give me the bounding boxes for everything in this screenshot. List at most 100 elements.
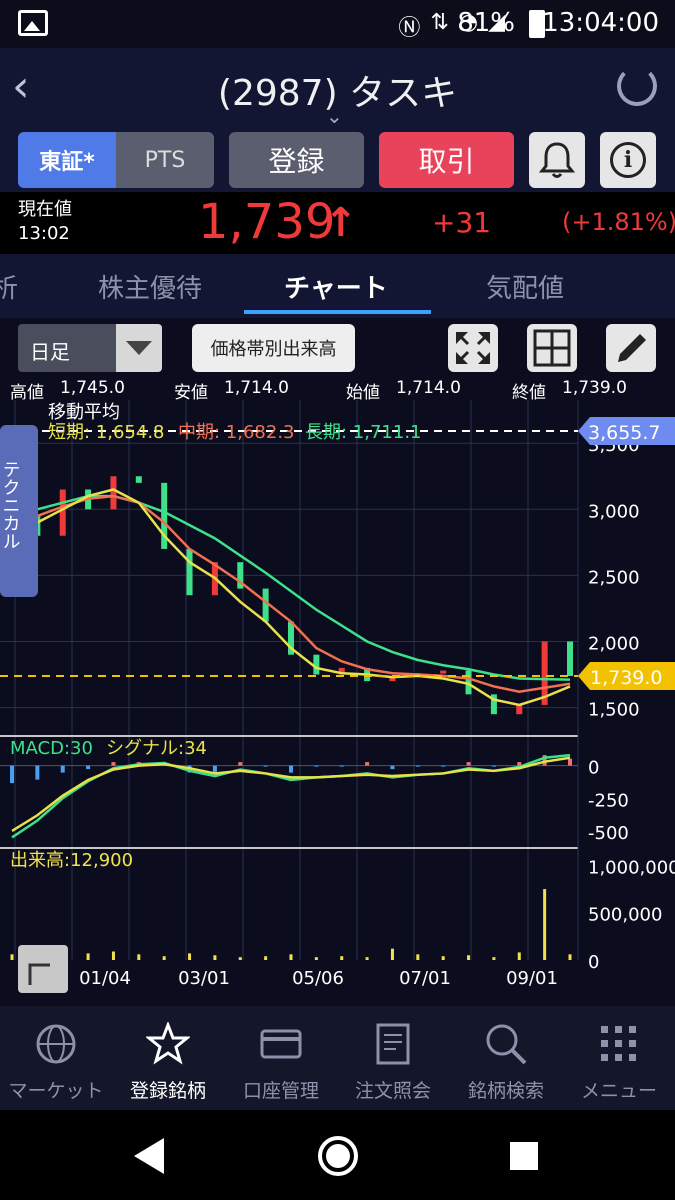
technical-tab-label: テクニカル — [0, 460, 21, 550]
macd-histogram-bar — [238, 762, 243, 766]
battery-percent: 81% — [457, 8, 515, 38]
tab-shareholder-benefits[interactable]: 株主優待 — [98, 268, 202, 305]
chart-toggle-button[interactable] — [18, 945, 68, 993]
chart-canvas[interactable]: 3,5003,0002,5002,0001,5003,655.71,739.0移… — [0, 400, 675, 1006]
signal-label: シグナル:34 — [106, 738, 207, 759]
volume-bar — [314, 957, 318, 960]
price-tick-label: 2,000 — [588, 633, 640, 654]
date-tick-label: 07/01 — [399, 968, 451, 989]
volume-bar — [340, 956, 344, 960]
macd-histogram-bar — [86, 765, 91, 770]
ohlc-row: 高値 1,745.0 安値 1,714.0 始値 1,714.0 終値 1,73… — [0, 376, 675, 403]
quote-time: 13:02 — [18, 223, 70, 244]
macd-histogram-bar — [35, 765, 40, 780]
expand-icon — [456, 332, 490, 364]
nav-market-label: マーケット — [8, 1080, 104, 1102]
nfc-icon: Ⓝ — [398, 16, 421, 41]
macd-histogram-bar — [441, 765, 446, 767]
trade-button[interactable]: 取引 — [379, 132, 514, 188]
fullscreen-button[interactable] — [448, 324, 498, 372]
search-icon — [486, 1024, 527, 1065]
macd-histogram-bar — [466, 762, 471, 766]
menu-dots-icon — [601, 1026, 636, 1061]
current-price-label: 現在値 — [18, 199, 72, 220]
volume-bar — [10, 954, 14, 960]
macd-histogram-bar — [10, 765, 14, 784]
chart-area[interactable]: 3,500 3,000 2,500 2,000 1,500 3,655.7 1,739.0 移… — [0, 400, 675, 1006]
macd-histogram-bar — [339, 765, 344, 767]
quote-row: 現在値 13:02 1,739 ↑ +31 (+1.81%) — [0, 192, 675, 254]
period-select[interactable]: 日足 — [18, 324, 162, 372]
tab-quotes[interactable]: 気配値 — [486, 268, 564, 305]
volume-bar — [86, 953, 90, 960]
market-switch: 東証* PTS — [18, 132, 214, 188]
high-marker-value: 3,655.7 — [588, 422, 661, 444]
register-button[interactable]: 登録 — [229, 132, 364, 188]
ma-mid-label: 中期: 1,682.3 — [178, 422, 295, 443]
macd-histogram-bar — [111, 762, 116, 766]
high-value: 1,745.0 — [60, 378, 125, 398]
volume-profile-button[interactable]: 価格帯別出来高 — [192, 324, 355, 372]
candle — [59, 489, 66, 536]
document-icon — [376, 1023, 410, 1065]
nav-account[interactable]: 口座管理 — [225, 1006, 337, 1110]
market-pts-button[interactable]: PTS — [116, 132, 214, 188]
current-price: 1,739 — [198, 194, 336, 250]
volume-bar — [162, 956, 166, 960]
macd-histogram-bar — [365, 762, 370, 766]
volume-bar — [289, 954, 293, 960]
market-tse-button[interactable]: 東証* — [18, 132, 116, 188]
low-value: 1,714.0 — [224, 378, 289, 398]
pencil-icon — [618, 334, 646, 362]
refresh-icon[interactable] — [617, 66, 657, 106]
nav-search[interactable]: 銘柄検索 — [450, 1006, 562, 1110]
macd-tick-label: 0 — [588, 758, 599, 779]
macd-histogram-bar — [491, 765, 496, 767]
macd-histogram-bar — [263, 765, 268, 767]
back-nav-icon[interactable] — [134, 1138, 164, 1174]
volume-tick-label: 1,000,000 — [588, 857, 675, 878]
current-price-marker: 1,739.0 — [578, 661, 675, 690]
ma-long-label: 長期: 1,711.1 — [305, 422, 422, 443]
price-tick-label: 3,000 — [588, 501, 640, 522]
chevron-down-icon[interactable]: ⌄ — [326, 104, 343, 128]
volume-tick-label: 0 — [588, 952, 599, 973]
info-icon: i — [610, 142, 646, 178]
volume-bar — [137, 954, 141, 960]
volume-bar — [111, 951, 115, 960]
info-button[interactable]: i — [600, 132, 656, 188]
date-tick-label: 05/06 — [292, 968, 344, 989]
date-tick-label: 01/04 — [79, 968, 131, 989]
nav-orders[interactable]: 注文照会 — [337, 1006, 449, 1110]
recents-nav-icon[interactable] — [510, 1142, 538, 1170]
price-change-percent: (+1.81%) — [562, 208, 675, 236]
current-marker-value: 1,739.0 — [590, 667, 663, 689]
macd-histogram-bar — [212, 765, 217, 773]
volume-label: 出来高:12,900 — [10, 850, 133, 871]
nav-watchlist-label: 登録銘柄 — [129, 1080, 206, 1102]
candle — [262, 588, 269, 622]
close-value: 1,739.0 — [562, 378, 627, 398]
tab-chart[interactable]: チャート — [284, 268, 388, 305]
macd-histogram-bar — [390, 765, 395, 770]
nav-account-label: 口座管理 — [242, 1080, 319, 1102]
nav-watchlist[interactable]: 登録銘柄 — [112, 1006, 224, 1110]
nav-menu[interactable]: メニュー — [563, 1006, 675, 1110]
volume-bar — [188, 953, 192, 960]
volume-bar — [492, 957, 496, 960]
candle — [440, 670, 447, 674]
nav-menu-label: メニュー — [580, 1080, 657, 1102]
nav-market[interactable]: マーケット — [0, 1006, 112, 1110]
quote-label-block: 現在値 13:02 — [18, 198, 72, 246]
chart-toolbar: 日足 価格帯別出来高 — [0, 318, 675, 376]
candle — [516, 704, 523, 715]
period-value: 日足 — [30, 340, 70, 364]
alert-button[interactable] — [529, 132, 585, 188]
volume-bar — [264, 956, 268, 960]
layout-button[interactable] — [527, 324, 577, 372]
volume-bar — [365, 957, 369, 960]
system-nav-bar — [0, 1110, 675, 1200]
tab-analysis[interactable]: 析 — [0, 268, 18, 305]
title-bar: ‹ (2987) タスキ ⌄ — [0, 48, 675, 128]
draw-button[interactable] — [606, 324, 656, 372]
